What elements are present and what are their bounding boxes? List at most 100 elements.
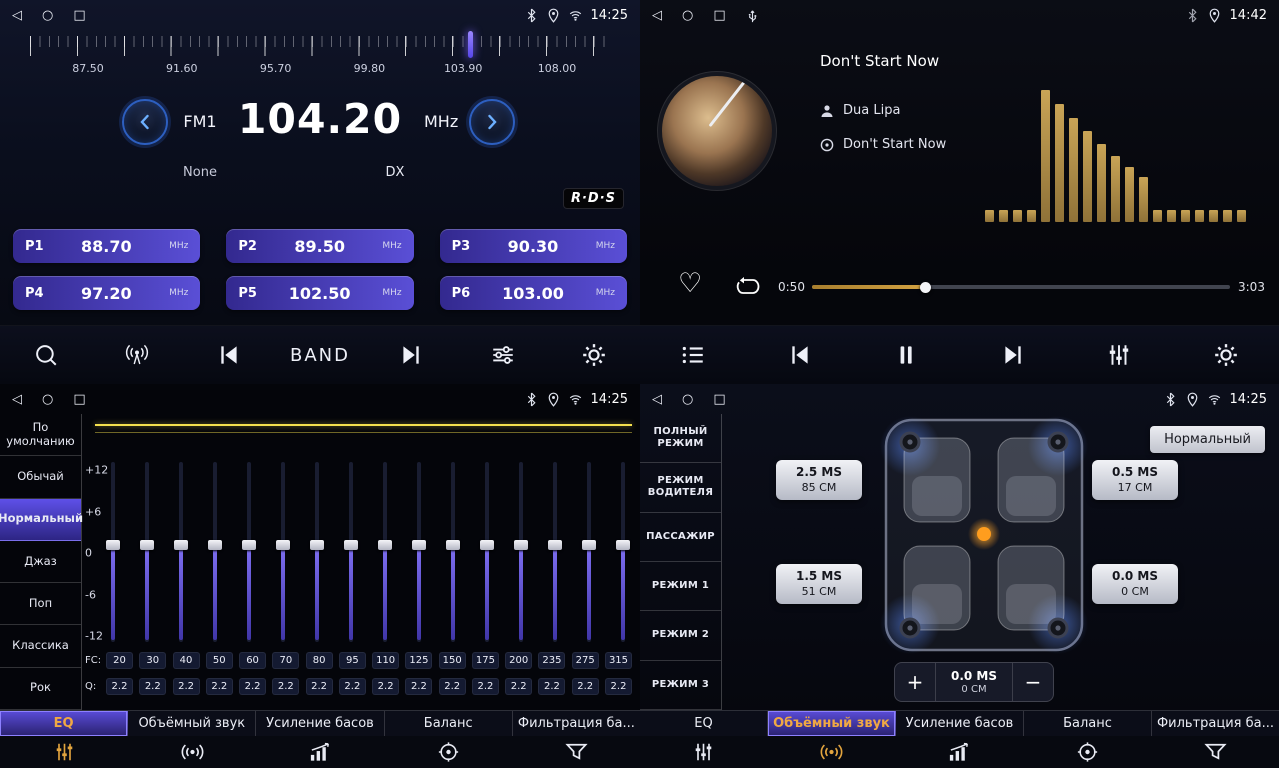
eq-band-slider[interactable] — [276, 462, 290, 642]
mode-full[interactable]: ПОЛНЫЙ РЕЖИМ — [640, 414, 721, 463]
preset-button-2[interactable]: P2 89.50 MHz — [226, 229, 413, 263]
mode-3[interactable]: РЕЖИМ 3 — [640, 661, 721, 710]
eq-band-slider[interactable] — [548, 462, 562, 642]
eq-preset-default[interactable]: По умолчанию — [0, 414, 81, 456]
eq-band-slider[interactable] — [344, 462, 358, 642]
preset-button-6[interactable]: P6 103.00 MHz — [440, 276, 627, 310]
tab-balance[interactable]: Баланс — [385, 711, 513, 736]
tab-eq[interactable]: EQ — [640, 711, 768, 736]
slider-handle[interactable] — [140, 540, 154, 550]
filtering-tab-button[interactable] — [1151, 736, 1279, 768]
back-icon[interactable]: ◁ — [652, 8, 662, 23]
decrease-delay-button[interactable]: − — [1013, 663, 1053, 701]
slider-handle[interactable] — [344, 540, 358, 550]
eq-band-slider[interactable] — [208, 462, 222, 642]
eq-band-slider[interactable] — [480, 462, 494, 642]
settings-button[interactable] — [563, 332, 625, 378]
bass-boost-tab-button[interactable] — [896, 736, 1024, 768]
prev-station-button[interactable] — [198, 332, 260, 378]
increase-delay-button[interactable]: + — [895, 663, 935, 701]
slider-handle[interactable] — [446, 540, 460, 550]
mode-1[interactable]: РЕЖИМ 1 — [640, 562, 721, 611]
tab-surround[interactable]: Объёмный звук — [128, 711, 256, 736]
slider-handle[interactable] — [582, 540, 596, 550]
tuner-indicator[interactable] — [468, 31, 473, 58]
home-icon[interactable]: ○ — [42, 8, 53, 23]
audio-settings-button[interactable] — [1088, 332, 1150, 378]
slider-handle[interactable] — [310, 540, 324, 550]
delay-rear-right[interactable]: 0.0 MS 0 CM — [1092, 564, 1178, 604]
surround-tab-button[interactable] — [768, 736, 896, 768]
tab-bass-boost[interactable]: Усиление басов — [896, 711, 1024, 736]
recents-icon[interactable]: □ — [73, 8, 85, 23]
audio-settings-button[interactable] — [472, 332, 534, 378]
eq-preset-pop[interactable]: Поп — [0, 583, 81, 625]
pause-button[interactable] — [875, 332, 937, 378]
eq-band-slider[interactable] — [174, 462, 188, 642]
delay-front-right[interactable]: 0.5 MS 17 CM — [1092, 460, 1178, 500]
eq-preset-normal[interactable]: Нормальный — [0, 499, 81, 541]
band-button[interactable]: BAND — [289, 332, 351, 378]
eq-band-slider[interactable] — [514, 462, 528, 642]
balance-tab-button[interactable] — [384, 736, 512, 768]
preset-button-3[interactable]: P3 90.30 MHz — [440, 229, 627, 263]
slider-handle[interactable] — [242, 540, 256, 550]
eq-band-slider[interactable] — [140, 462, 154, 642]
slider-handle[interactable] — [208, 540, 222, 550]
playlist-button[interactable] — [662, 332, 724, 378]
balance-tab-button[interactable] — [1023, 736, 1151, 768]
eq-band-slider[interactable] — [310, 462, 324, 642]
recents-icon[interactable]: □ — [713, 392, 725, 407]
repeat-button[interactable] — [734, 276, 762, 298]
eq-band-slider[interactable] — [242, 462, 256, 642]
broadcast-button[interactable] — [106, 332, 168, 378]
slider-handle[interactable] — [412, 540, 426, 550]
home-icon[interactable]: ○ — [42, 392, 53, 407]
tab-filtering[interactable]: Фильтрация ба... — [1152, 711, 1279, 736]
slider-handle[interactable] — [548, 540, 562, 550]
eq-preset-rock[interactable]: Рок — [0, 668, 81, 710]
eq-preset-custom[interactable]: Обычай — [0, 456, 81, 498]
slider-handle[interactable] — [514, 540, 528, 550]
tab-surround[interactable]: Объёмный звук — [768, 711, 896, 736]
tab-eq[interactable]: EQ — [0, 711, 128, 736]
delay-rear-left[interactable]: 1.5 MS 51 CM — [776, 564, 862, 604]
next-station-button[interactable] — [380, 332, 442, 378]
surround-tab-button[interactable] — [128, 736, 256, 768]
slider-handle[interactable] — [616, 540, 630, 550]
eq-band-slider[interactable] — [616, 462, 630, 642]
eq-band-slider[interactable] — [412, 462, 426, 642]
tab-balance[interactable]: Баланс — [1024, 711, 1152, 736]
profile-button[interactable]: Нормальный — [1150, 426, 1265, 453]
eq-preset-jazz[interactable]: Джаз — [0, 541, 81, 583]
bass-boost-tab-button[interactable] — [256, 736, 384, 768]
seek-bar[interactable] — [812, 285, 1230, 289]
mode-driver[interactable]: РЕЖИМ ВОДИТЕЛЯ — [640, 463, 721, 512]
tune-down-button[interactable] — [122, 99, 168, 145]
home-icon[interactable]: ○ — [682, 8, 693, 23]
eq-band-slider[interactable] — [106, 462, 120, 642]
slider-handle[interactable] — [378, 540, 392, 550]
settings-button[interactable] — [1195, 332, 1257, 378]
back-icon[interactable]: ◁ — [652, 392, 662, 407]
tab-bass-boost[interactable]: Усиление басов — [256, 711, 384, 736]
recents-icon[interactable]: □ — [713, 8, 725, 23]
favorite-button[interactable]: ♡ — [678, 270, 702, 297]
preset-button-1[interactable]: P1 88.70 MHz — [13, 229, 200, 263]
slider-handle[interactable] — [174, 540, 188, 550]
mode-2[interactable]: РЕЖИМ 2 — [640, 611, 721, 660]
slider-handle[interactable] — [106, 540, 120, 550]
slider-handle[interactable] — [480, 540, 494, 550]
preset-button-4[interactable]: P4 97.20 MHz — [13, 276, 200, 310]
home-icon[interactable]: ○ — [682, 392, 693, 407]
eq-band-slider[interactable] — [378, 462, 392, 642]
scan-button[interactable] — [15, 332, 77, 378]
album-art[interactable] — [662, 76, 772, 186]
tab-filtering[interactable]: Фильтрация ба... — [513, 711, 640, 736]
listening-position-marker[interactable] — [977, 527, 991, 541]
eq-band-slider[interactable] — [446, 462, 460, 642]
tune-up-button[interactable] — [469, 99, 515, 145]
eq-preset-classic[interactable]: Классика — [0, 625, 81, 667]
mode-passenger[interactable]: ПАССАЖИР — [640, 513, 721, 562]
next-track-button[interactable] — [982, 332, 1044, 378]
